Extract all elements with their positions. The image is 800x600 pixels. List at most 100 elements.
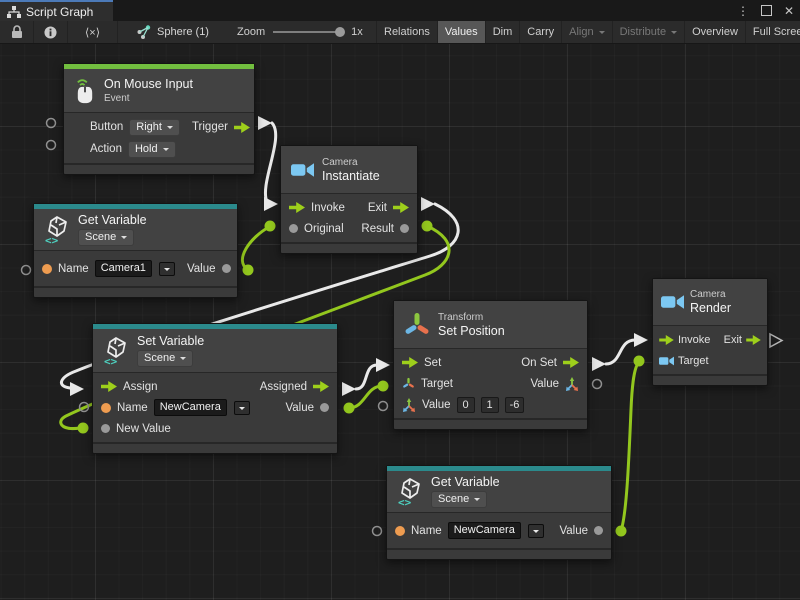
flow-arrow-icon[interactable] (746, 335, 761, 345)
tab-script-graph[interactable]: Script Graph (0, 0, 113, 21)
flow-arrow-icon[interactable] (101, 381, 117, 392)
assign-port-label: Assign (123, 381, 158, 393)
value-port-dot[interactable] (594, 526, 603, 535)
result-port-dot[interactable] (400, 224, 409, 233)
scope-dropdown[interactable]: Scene (137, 350, 193, 367)
value-port-dot[interactable] (320, 403, 329, 412)
node-footer (653, 374, 767, 385)
chevron-down-icon (167, 126, 173, 132)
zoom-slider[interactable] (273, 31, 343, 33)
node-footer (387, 548, 611, 559)
vector3-port-icon[interactable] (565, 377, 579, 391)
values-button[interactable]: Values (438, 21, 486, 43)
node-footer (281, 242, 417, 253)
vector-y-field[interactable]: 1 (481, 397, 499, 413)
name-port-dot[interactable] (42, 264, 52, 274)
carry-button[interactable]: Carry (520, 21, 562, 43)
flow-arrow-icon[interactable] (393, 202, 409, 213)
flow-arrow-icon[interactable] (313, 381, 329, 392)
camera-icon (661, 294, 684, 310)
node-category: Camera (690, 289, 731, 300)
align-button[interactable]: Align (562, 21, 612, 43)
overview-button[interactable]: Overview (685, 21, 746, 43)
flow-arrow-icon[interactable] (402, 357, 418, 368)
camera-icon (291, 162, 314, 178)
assigned-port-label: Assigned (260, 381, 307, 393)
node-title: Instantiate (322, 170, 380, 183)
value-port-render-target-in[interactable] (634, 356, 645, 367)
flow-arrow-icon[interactable] (234, 122, 250, 133)
flow-arrow-icon[interactable] (563, 357, 579, 368)
node-get-variable-camera1[interactable]: Get Variable Scene Name Camera1 Value (33, 203, 238, 298)
node-subtitle: Event (104, 93, 193, 104)
unity-variable-icon (44, 215, 70, 245)
camera-port-icon[interactable] (659, 356, 674, 366)
vector-z-field[interactable]: -6 (505, 397, 525, 413)
node-footer (64, 163, 254, 174)
node-set-variable[interactable]: Set Variable Scene Assign Assigned Name … (92, 323, 338, 454)
flow-arrow-icon[interactable] (289, 202, 305, 213)
invoke-port-label: Invoke (311, 202, 345, 214)
node-category: Transform (438, 312, 505, 323)
variable-name-picker[interactable] (528, 524, 544, 538)
code-preview-button[interactable]: ⟨×⟩ (68, 21, 118, 43)
unity-variable-icon (103, 336, 129, 366)
scope-dropdown[interactable]: Scene (78, 229, 134, 246)
name-port-label: Name (117, 402, 148, 414)
variable-name-field[interactable]: NewCamera (448, 522, 521, 539)
full-screen-button[interactable]: Full Screen (746, 21, 800, 43)
tab-title: Script Graph (26, 5, 93, 19)
button-port-label: Button (90, 121, 123, 133)
action-dropdown[interactable]: Hold (128, 141, 176, 158)
relations-button[interactable]: Relations (376, 21, 438, 43)
value-port-newcamera-out[interactable] (616, 526, 627, 537)
node-camera-instantiate[interactable]: Camera Instantiate Invoke Exit Original … (280, 145, 418, 254)
name-port-dot[interactable] (395, 526, 405, 536)
variable-name-picker[interactable] (159, 262, 175, 276)
node-camera-render[interactable]: Camera Render Invoke Exit Target (652, 278, 768, 386)
chevron-down-icon (533, 530, 539, 536)
value-port-dot[interactable] (222, 264, 231, 273)
transform-port-icon[interactable] (402, 377, 415, 390)
value-port-newvalue-in[interactable] (78, 423, 89, 434)
value-port-target-in[interactable] (378, 381, 389, 392)
node-on-mouse-input[interactable]: On Mouse Input Event Button Right Trigge… (63, 63, 255, 175)
node-footer (394, 418, 587, 429)
chevron-down-icon (671, 31, 677, 37)
flow-arrow-icon[interactable] (659, 335, 674, 345)
new-value-port-dot[interactable] (101, 424, 110, 433)
window-menu-icon[interactable]: ⋮ (737, 4, 749, 18)
original-port-dot[interactable] (289, 224, 298, 233)
distribute-button[interactable]: Distribute (613, 21, 685, 43)
close-icon[interactable]: ✕ (784, 4, 794, 18)
node-transform-set-position[interactable]: Transform Set Position Set On Set Target… (393, 300, 588, 430)
graph-breadcrumb[interactable]: Sphere (1) (137, 21, 209, 43)
node-get-variable-newcamera[interactable]: Get Variable Scene Name NewCamera Value (386, 465, 612, 560)
lock-button[interactable] (0, 21, 34, 43)
value-port-label: Value (285, 402, 314, 414)
chevron-down-icon (239, 407, 245, 413)
node-title: Set Position (438, 325, 505, 338)
info-button[interactable] (34, 21, 68, 43)
chevron-down-icon (163, 148, 169, 154)
zoom-slider-handle[interactable] (335, 27, 345, 37)
scope-dropdown[interactable]: Scene (431, 491, 487, 508)
vector3-port-icon[interactable] (402, 398, 416, 412)
variable-name-picker[interactable] (234, 401, 250, 415)
vector-x-field[interactable]: 0 (457, 397, 475, 413)
set-port-label: Set (424, 357, 441, 369)
value-port-camera1-out[interactable] (243, 265, 254, 276)
result-port-label: Result (361, 223, 394, 235)
value-port-setvar-value-out[interactable] (344, 403, 355, 414)
button-dropdown[interactable]: Right (129, 119, 180, 136)
transform-icon (404, 311, 430, 339)
name-port-dot[interactable] (101, 403, 111, 413)
value-port-original-in[interactable] (265, 221, 276, 232)
zoom-value: 1x (351, 26, 363, 38)
variable-name-field[interactable]: NewCamera (154, 399, 227, 416)
variable-name-field[interactable]: Camera1 (95, 260, 152, 277)
dim-button[interactable]: Dim (486, 21, 521, 43)
value-port-result-out[interactable] (422, 221, 433, 232)
chevron-down-icon (164, 268, 170, 274)
maximize-icon[interactable] (761, 5, 772, 16)
